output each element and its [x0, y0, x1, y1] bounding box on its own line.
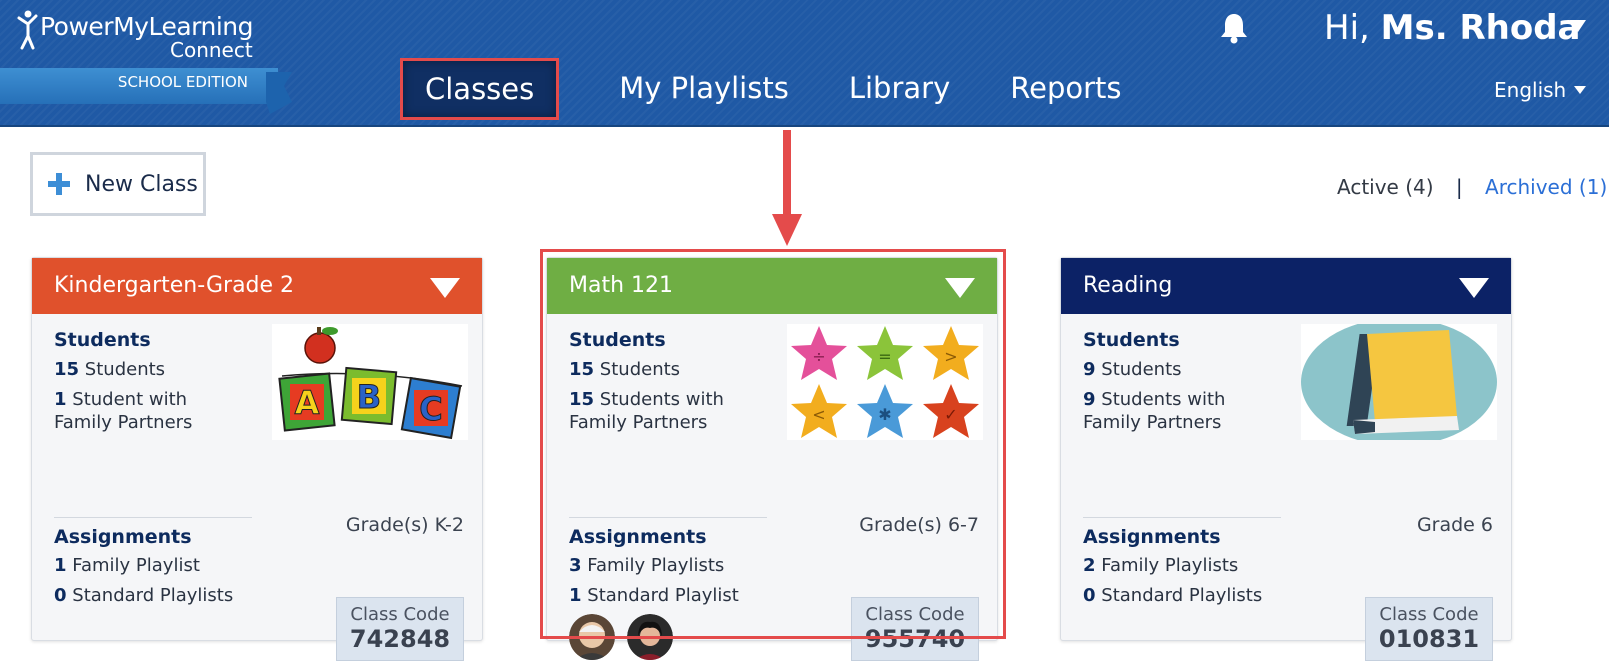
card-header[interactable]: Math 121 — [547, 258, 997, 314]
svg-text:C: C — [419, 390, 442, 428]
edition-ribbon: SCHOOL EDITION — [0, 68, 278, 104]
card-divider — [569, 517, 767, 518]
family-playlists-line: 1 Family Playlist — [54, 555, 200, 576]
book-image — [1301, 324, 1497, 440]
class-filters: Active (4) | Archived (1) — [1337, 175, 1607, 199]
family-partners-line: 1 Student with — [54, 389, 188, 410]
students-count-line: 9 Students — [1083, 359, 1182, 380]
card-menu-caret-icon[interactable] — [945, 276, 975, 298]
family-playlists-line: 2 Family Playlists — [1083, 555, 1239, 576]
class-code-label: Class Code — [1379, 604, 1479, 625]
svg-text:A: A — [295, 384, 320, 422]
nav-tab-classes[interactable]: Classes — [400, 58, 560, 120]
grade-label: Grade(s) K-2 — [345, 514, 464, 536]
students-count-line: 15 Students — [54, 359, 166, 380]
new-class-button[interactable]: New Class — [30, 152, 206, 216]
language-caret-icon[interactable] — [1574, 86, 1586, 94]
card-header[interactable]: Kindergarten-Grade 2 — [32, 258, 482, 314]
brand-sub: Connect — [170, 38, 253, 62]
class-code-box: Class Code 742848 — [336, 597, 464, 661]
svg-text:=: = — [878, 347, 891, 366]
assignments-heading: Assignments — [54, 526, 192, 548]
jumping-figure-icon — [17, 10, 38, 50]
class-code-label: Class Code — [350, 604, 450, 625]
class-code-box: Class Code 010831 — [1365, 597, 1493, 661]
family-partners-line2: Family Partners — [569, 412, 708, 433]
bell-icon[interactable] — [1219, 12, 1249, 44]
svg-text:✓: ✓ — [944, 405, 957, 424]
students-heading: Students — [1083, 329, 1180, 351]
students-heading: Students — [569, 329, 666, 351]
user-menu-caret-icon[interactable] — [1570, 20, 1586, 32]
assignments-heading: Assignments — [569, 526, 707, 548]
svg-text:B: B — [357, 378, 381, 416]
callout-arrow-icon — [772, 130, 802, 246]
family-partners-line: 9 Students with — [1083, 389, 1226, 410]
nav-tab-reports[interactable]: Reports — [1010, 58, 1121, 120]
grade-label: Grade 6 — [1416, 514, 1493, 536]
grade-label: Grade(s) 6-7 — [859, 514, 979, 536]
class-code-box: Class Code 955740 — [851, 597, 979, 661]
family-partners-line2: Family Partners — [1083, 412, 1222, 433]
abc-blocks-apple-image: A B C — [272, 324, 468, 440]
ribbon-tail-icon — [266, 72, 292, 114]
assignments-heading: Assignments — [1083, 526, 1221, 548]
user-name: Ms. Rhoda — [1380, 8, 1581, 48]
avatar[interactable] — [569, 614, 615, 660]
language-selector[interactable]: English — [1494, 78, 1566, 102]
card-title: Kindergarten-Grade 2 — [54, 273, 295, 298]
greeting-prefix: Hi, — [1324, 8, 1370, 48]
nav-tab-library[interactable]: Library — [849, 58, 950, 120]
filter-active[interactable]: Active (4) — [1337, 175, 1434, 199]
class-card-math-121[interactable]: Math 121 Students 15 Students 15 Student… — [546, 257, 998, 661]
students-count-line: 15 Students — [569, 359, 681, 380]
svg-text:✱: ✱ — [878, 405, 891, 424]
card-divider — [54, 517, 252, 518]
filter-separator: | — [1455, 175, 1463, 199]
new-class-label: New Class — [85, 171, 198, 197]
students-heading: Students — [54, 329, 151, 351]
nav-tab-my-playlists[interactable]: My Playlists — [619, 58, 789, 120]
standard-playlists-line: 1 Standard Playlist — [569, 585, 739, 606]
class-card-kindergarten[interactable]: Kindergarten-Grade 2 Students 15 Student… — [31, 257, 483, 661]
top-header: PowerMyLearning Connect SCHOOL EDITION C… — [0, 0, 1609, 127]
svg-text:>: > — [944, 347, 957, 366]
math-stars-image: ÷ = > < ✱ ✓ — [787, 324, 983, 440]
standard-playlists-line: 0 Standard Playlists — [1083, 585, 1263, 606]
family-partner-avatars — [569, 614, 685, 660]
filter-archived[interactable]: Archived (1) — [1485, 175, 1607, 199]
user-greeting[interactable]: Hi, Ms. Rhoda — [1324, 8, 1581, 48]
card-title: Math 121 — [569, 273, 674, 298]
avatar[interactable] — [627, 614, 673, 660]
family-partners-line: 15 Students with — [569, 389, 724, 410]
card-title: Reading — [1083, 273, 1173, 298]
brand-logo[interactable]: PowerMyLearning Connect SCHOOL EDITION — [0, 8, 292, 114]
svg-text:÷: ÷ — [812, 347, 825, 366]
family-partners-line2: Family Partners — [54, 412, 193, 433]
family-playlists-line: 3 Family Playlists — [569, 555, 725, 576]
svg-text:<: < — [812, 405, 825, 424]
card-menu-caret-icon[interactable] — [1459, 276, 1489, 298]
standard-playlists-line: 0 Standard Playlists — [54, 585, 234, 606]
class-code-label: Class Code — [865, 604, 965, 625]
brand-name: PowerMyLearning — [40, 12, 253, 41]
card-divider — [1083, 517, 1281, 518]
class-code-value: 010831 — [1378, 625, 1480, 653]
plus-icon — [48, 173, 70, 195]
class-code-value: 955740 — [864, 625, 966, 653]
class-code-value: 742848 — [349, 625, 451, 653]
main-nav: Classes My Playlists Library Reports — [400, 58, 1182, 124]
card-header[interactable]: Reading — [1061, 258, 1511, 314]
class-card-reading[interactable]: Reading Students 9 Students 9 Students w… — [1060, 257, 1512, 661]
card-menu-caret-icon[interactable] — [430, 276, 460, 298]
